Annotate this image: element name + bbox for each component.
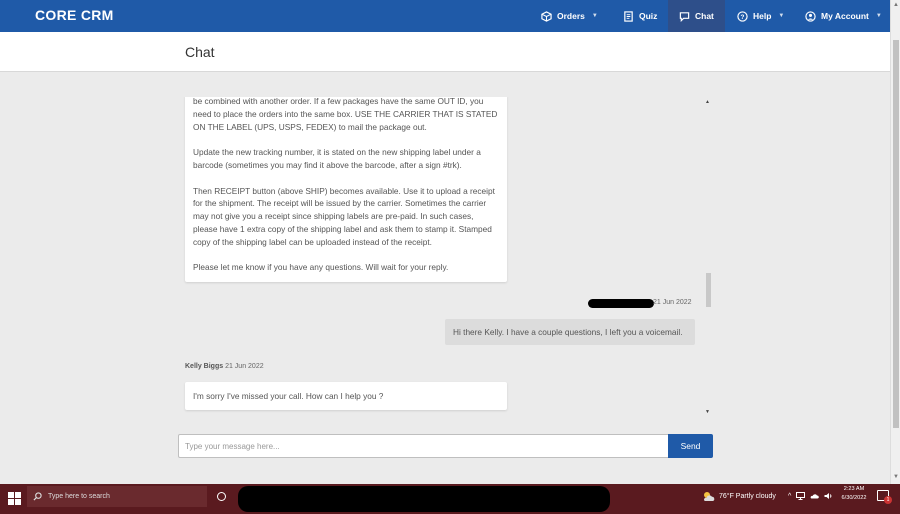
search-icon <box>33 492 42 501</box>
partly-cloudy-icon <box>704 491 715 501</box>
chat-scrollbar-thumb[interactable] <box>706 273 711 307</box>
message-outgoing: Hi there Kelly. I have a couple question… <box>445 319 695 345</box>
page-scrollbar[interactable]: ▲ ▼ <box>890 0 900 484</box>
message-text: Hi there Kelly. I have a couple question… <box>453 327 683 337</box>
message-incoming: be combined with another order. If a few… <box>185 97 507 282</box>
notification-badge: 1 <box>884 496 892 504</box>
chat-messages: be combined with another order. If a few… <box>182 97 712 417</box>
chevron-up-icon[interactable]: ^ <box>788 493 791 500</box>
chevron-down-icon: ▼ <box>875 13 882 19</box>
scroll-up-icon[interactable]: ▲ <box>705 99 710 105</box>
nav-orders[interactable]: Orders ▼ <box>541 0 598 32</box>
user-icon <box>805 10 816 22</box>
chat-scrollbar[interactable]: ▲ ▼ <box>705 97 712 417</box>
notification-center-icon[interactable]: 1 <box>877 490 892 504</box>
svg-text:?: ? <box>741 13 745 20</box>
nav-quiz-label: Quiz <box>639 11 658 21</box>
windows-taskbar: Type here to search 76°F Partly cloudy ^… <box>0 484 900 514</box>
taskbar-clock[interactable]: 2:23 AM 6/30/2022 <box>836 485 872 503</box>
nav-chat[interactable]: Chat <box>668 0 725 32</box>
message-incoming: I'm sorry I've missed your call. How can… <box>185 382 507 410</box>
help-icon: ? <box>737 10 748 22</box>
page-title: Chat <box>185 44 215 60</box>
message-paragraph: Then RECEIPT button (above SHIP) becomes… <box>193 185 495 247</box>
top-navbar: CORE CRM Orders ▼ Quiz Chat ? Help ▼ My … <box>0 0 890 32</box>
message-date: 21 Jun 2022 <box>653 299 692 306</box>
page-header: Chat <box>0 32 890 72</box>
chat-icon <box>679 11 690 22</box>
nav-my-account[interactable]: My Account ▼ <box>805 0 882 32</box>
clock-time: 2:23 AM <box>843 486 865 492</box>
box-icon <box>541 10 552 22</box>
nav-help[interactable]: ? Help ▼ <box>737 0 784 32</box>
windows-start-icon[interactable] <box>8 492 21 505</box>
brand-logo[interactable]: CORE CRM <box>35 7 114 23</box>
nav-quiz[interactable]: Quiz <box>623 0 657 32</box>
message-input[interactable] <box>178 434 669 458</box>
message-paragraph: Update the new tracking number, it is st… <box>193 147 481 170</box>
chevron-down-icon: ▼ <box>591 13 598 19</box>
page-scrollbar-thumb[interactable] <box>893 40 899 428</box>
message-sender: Kelly Biggs <box>185 363 224 370</box>
taskbar-search-placeholder: Type here to search <box>48 493 110 500</box>
system-tray: ^ <box>788 484 833 508</box>
redacted-sender <box>588 299 654 308</box>
network-icon[interactable] <box>796 492 806 500</box>
taskbar-search[interactable]: Type here to search <box>27 486 207 507</box>
document-icon <box>624 10 633 22</box>
message-paragraph: be combined with another order. If a few… <box>193 97 498 132</box>
cloud-icon[interactable] <box>810 493 820 499</box>
scroll-up-icon[interactable]: ▲ <box>893 2 899 8</box>
nav-help-label: Help <box>753 11 772 21</box>
nav-orders-label: Orders <box>557 11 585 21</box>
nav-my-account-label: My Account <box>821 11 869 21</box>
send-button[interactable]: Send <box>668 434 713 458</box>
redacted-taskbar-apps <box>238 486 610 512</box>
scroll-down-icon[interactable]: ▼ <box>893 474 899 480</box>
message-text: I'm sorry I've missed your call. How can… <box>193 391 384 401</box>
cortana-icon[interactable] <box>217 492 226 501</box>
weather-text: 76°F Partly cloudy <box>719 492 776 500</box>
scroll-down-icon[interactable]: ▼ <box>705 409 710 415</box>
clock-date: 6/30/2022 <box>841 495 867 501</box>
chevron-down-icon: ▼ <box>778 13 785 19</box>
message-meta: Kelly Biggs 21 Jun 2022 <box>185 363 264 370</box>
volume-icon[interactable] <box>824 492 833 500</box>
nav-chat-label: Chat <box>695 11 714 21</box>
message-date: 21 Jun 2022 <box>225 363 264 370</box>
weather-widget[interactable]: 76°F Partly cloudy <box>702 484 776 508</box>
message-paragraph: Please let me know if you have any quest… <box>193 262 449 273</box>
